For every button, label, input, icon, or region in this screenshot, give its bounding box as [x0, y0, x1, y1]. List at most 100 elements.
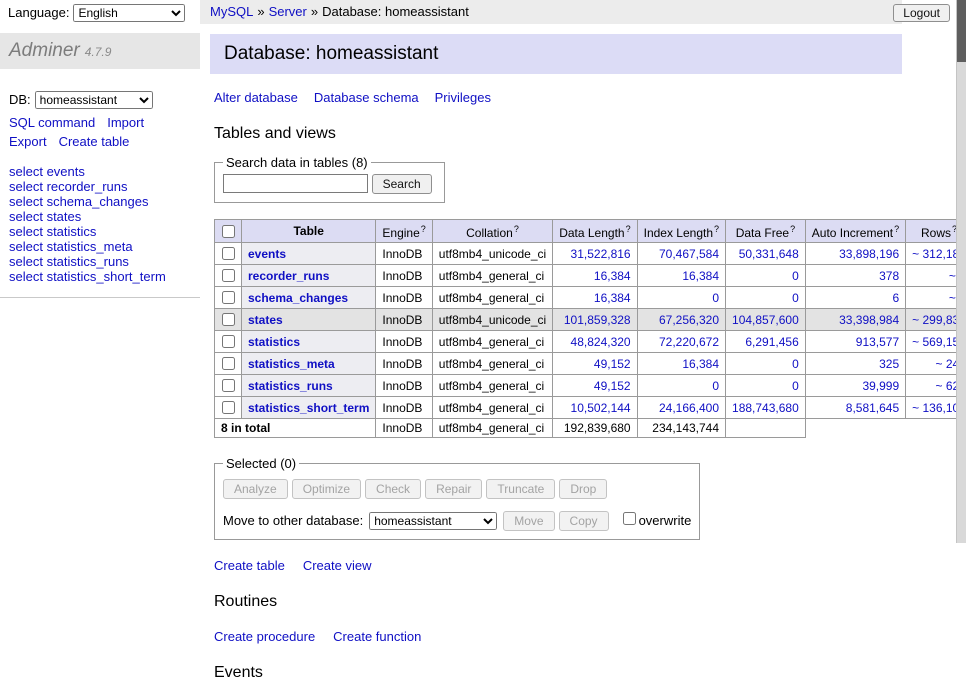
help-link[interactable]: ?	[514, 224, 519, 234]
auto-increment-cell[interactable]: 33,898,196	[805, 243, 905, 265]
index-length-cell[interactable]: 16,384	[637, 353, 725, 375]
db-select[interactable]: homeassistant	[35, 91, 153, 109]
footer-link-create-view[interactable]: Create view	[303, 558, 372, 573]
nav-link-database-schema[interactable]: Database schema	[314, 90, 419, 105]
collation-cell: utf8mb4_general_ci	[432, 353, 552, 375]
language-select[interactable]: English	[73, 4, 185, 22]
engine-cell: InnoDB	[376, 331, 432, 353]
optimize-button[interactable]: Optimize	[292, 479, 361, 499]
nav-link-alter-database[interactable]: Alter database	[214, 90, 298, 105]
table-link-states[interactable]: states	[248, 313, 283, 327]
check-button[interactable]: Check	[365, 479, 421, 499]
table-link-schema_changes[interactable]: schema_changes	[248, 291, 348, 305]
index-length-cell[interactable]: 70,467,584	[637, 243, 725, 265]
data-length-cell[interactable]: 16,384	[553, 265, 637, 287]
routines-link-create-procedure[interactable]: Create procedure	[214, 629, 315, 644]
breadcrumb-server[interactable]: Server	[269, 4, 307, 19]
index-length-cell[interactable]: 16,384	[637, 265, 725, 287]
table-link-recorder_runs[interactable]: recorder_runs	[248, 269, 329, 283]
table-link-statistics_runs[interactable]: statistics_runs	[248, 379, 333, 393]
auto-increment-cell[interactable]: 325	[805, 353, 905, 375]
engine-cell: InnoDB	[376, 353, 432, 375]
data-length-cell[interactable]: 49,152	[553, 353, 637, 375]
table-link-events[interactable]: events	[248, 247, 286, 261]
overwrite-checkbox[interactable]	[623, 512, 636, 525]
help-link[interactable]: ?	[714, 224, 719, 234]
data-length-cell[interactable]: 10,502,144	[553, 397, 637, 419]
sidebar-table-link-select-states[interactable]: select states	[9, 210, 191, 224]
data-length-cell[interactable]: 101,859,328	[553, 309, 637, 331]
table-link-statistics_short_term[interactable]: statistics_short_term	[248, 401, 369, 415]
analyze-button[interactable]: Analyze	[223, 479, 288, 499]
move-db-select[interactable]: homeassistant	[369, 512, 497, 530]
data-length-cell[interactable]: 31,522,816	[553, 243, 637, 265]
data-length-cell[interactable]: 16,384	[553, 287, 637, 309]
column-header-table: Table	[242, 220, 376, 243]
column-header-engine: Engine?	[376, 220, 432, 243]
breadcrumb-separator: »	[311, 4, 318, 19]
breadcrumb-mysql[interactable]: MySQL	[210, 4, 253, 19]
data-free-cell[interactable]: 0	[726, 375, 806, 397]
truncate-button[interactable]: Truncate	[486, 479, 555, 499]
sidebar-link-import[interactable]: Import	[107, 115, 144, 130]
help-link[interactable]: ?	[421, 224, 426, 234]
help-link[interactable]: ?	[894, 224, 899, 234]
row-checkbox-events[interactable]	[222, 247, 235, 260]
index-length-cell[interactable]: 0	[637, 287, 725, 309]
table-link-statistics_meta[interactable]: statistics_meta	[248, 357, 335, 371]
sidebar-table-link-select-statistics-meta[interactable]: select statistics_meta	[9, 240, 191, 254]
sidebar-table-link-select-schema-changes[interactable]: select schema_changes	[9, 195, 191, 209]
sidebar-table-link-select-statistics[interactable]: select statistics	[9, 225, 191, 239]
row-checkbox-states[interactable]	[222, 313, 235, 326]
nav-link-privileges[interactable]: Privileges	[435, 90, 491, 105]
auto-increment-cell[interactable]: 378	[805, 265, 905, 287]
row-checkbox-recorder_runs[interactable]	[222, 269, 235, 282]
sidebar-table-link-select-statistics-runs[interactable]: select statistics_runs	[9, 255, 191, 269]
search-input[interactable]	[223, 174, 368, 193]
sidebar-table-link-select-events[interactable]: select events	[9, 165, 191, 179]
scrollbar[interactable]	[956, 0, 966, 543]
sidebar-link-create-table[interactable]: Create table	[59, 134, 130, 149]
row-checkbox-statistics_meta[interactable]	[222, 357, 235, 370]
data-free-cell[interactable]: 104,857,600	[726, 309, 806, 331]
logout-button[interactable]: Logout	[893, 4, 950, 22]
move-button[interactable]: Move	[503, 511, 554, 531]
scrollbar-thumb[interactable]	[957, 0, 966, 62]
auto-increment-cell[interactable]: 33,398,984	[805, 309, 905, 331]
repair-button[interactable]: Repair	[425, 479, 482, 499]
data-length-cell[interactable]: 49,152	[553, 375, 637, 397]
data-free-cell[interactable]: 188,743,680	[726, 397, 806, 419]
data-free-cell[interactable]: 0	[726, 265, 806, 287]
routines-link-create-function[interactable]: Create function	[333, 629, 421, 644]
sidebar-link-export[interactable]: Export	[9, 134, 47, 149]
index-length-cell[interactable]: 72,220,672	[637, 331, 725, 353]
row-checkbox-statistics_runs[interactable]	[222, 379, 235, 392]
row-checkbox-statistics[interactable]	[222, 335, 235, 348]
auto-increment-cell[interactable]: 913,577	[805, 331, 905, 353]
sidebar-link-sql-command[interactable]: SQL command	[9, 115, 95, 130]
search-button[interactable]: Search	[372, 174, 432, 194]
help-link[interactable]: ?	[626, 224, 631, 234]
auto-increment-cell[interactable]: 39,999	[805, 375, 905, 397]
help-link[interactable]: ?	[790, 224, 795, 234]
auto-increment-cell[interactable]: 6	[805, 287, 905, 309]
data-free-cell[interactable]: 0	[726, 287, 806, 309]
select-all-checkbox[interactable]	[222, 225, 235, 238]
sidebar-table-link-select-recorder-runs[interactable]: select recorder_runs	[9, 180, 191, 194]
data-free-cell[interactable]: 0	[726, 353, 806, 375]
row-checkbox-statistics_short_term[interactable]	[222, 401, 235, 414]
data-free-cell[interactable]: 50,331,648	[726, 243, 806, 265]
auto-increment-cell[interactable]: 8,581,645	[805, 397, 905, 419]
footer-link-create-table[interactable]: Create table	[214, 558, 285, 573]
index-length-cell[interactable]: 24,166,400	[637, 397, 725, 419]
drop-button[interactable]: Drop	[559, 479, 607, 499]
data-length-cell[interactable]: 48,824,320	[553, 331, 637, 353]
index-length-cell[interactable]: 67,256,320	[637, 309, 725, 331]
copy-button[interactable]: Copy	[559, 511, 609, 531]
table-link-statistics[interactable]: statistics	[248, 335, 300, 349]
events-heading: Events	[214, 664, 966, 682]
row-checkbox-schema_changes[interactable]	[222, 291, 235, 304]
index-length-cell[interactable]: 0	[637, 375, 725, 397]
data-free-cell[interactable]: 6,291,456	[726, 331, 806, 353]
sidebar-table-link-select-statistics-short-term[interactable]: select statistics_short_term	[9, 270, 191, 284]
